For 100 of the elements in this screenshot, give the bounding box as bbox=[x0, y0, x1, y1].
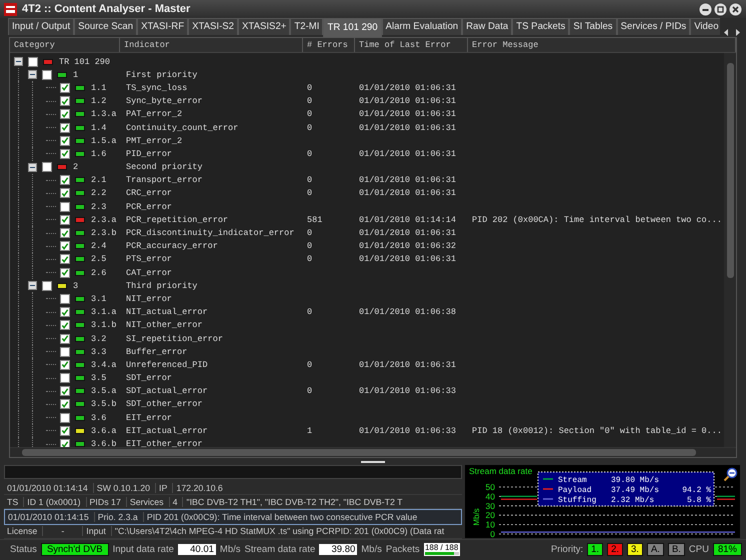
tab[interactable]: XTASI-RF bbox=[137, 18, 188, 35]
last-error-time: 01/01/2010 01:14:14 bbox=[359, 214, 456, 225]
collapse-toggle[interactable] bbox=[28, 70, 37, 80]
sync-status: Synch'd DVB bbox=[40, 543, 109, 556]
collapse-toggle[interactable] bbox=[14, 57, 23, 66]
tab[interactable]: Source Scan bbox=[74, 18, 138, 35]
category-code: 2.4 bbox=[91, 241, 106, 252]
error-count: 0 bbox=[307, 82, 312, 93]
legend-rate: 37.49 Mb/s bbox=[611, 486, 660, 495]
checkbox[interactable] bbox=[60, 439, 70, 447]
close-icon[interactable] bbox=[729, 2, 742, 16]
checkbox[interactable] bbox=[42, 70, 52, 80]
checkbox[interactable] bbox=[60, 268, 70, 278]
tab[interactable]: Raw Data bbox=[462, 18, 512, 35]
info-text: Services bbox=[126, 496, 170, 507]
collapse-toggle[interactable] bbox=[28, 281, 37, 290]
checkbox[interactable] bbox=[60, 214, 70, 225]
checkbox[interactable] bbox=[60, 96, 70, 106]
column-header[interactable]: Category bbox=[10, 38, 120, 52]
error-count: 581 bbox=[307, 214, 322, 225]
indicator-name: TS_sync_loss bbox=[126, 82, 188, 93]
checkbox[interactable] bbox=[42, 280, 52, 291]
indicator-name: SDT_other_error bbox=[126, 399, 203, 410]
error-count: 0 bbox=[307, 175, 312, 186]
category-code: 1.5.a bbox=[91, 136, 117, 146]
collapse-toggle[interactable] bbox=[28, 162, 37, 172]
tab[interactable]: Video bbox=[690, 18, 720, 35]
tab[interactable]: Input / Output bbox=[8, 18, 74, 35]
y-tick-label: 50 bbox=[486, 482, 495, 492]
checkbox[interactable] bbox=[60, 202, 70, 212]
column-header[interactable]: Time of Last Error bbox=[355, 38, 468, 52]
checkbox[interactable] bbox=[60, 426, 70, 436]
checkbox[interactable] bbox=[60, 82, 70, 93]
checkbox[interactable] bbox=[60, 188, 70, 198]
checkbox[interactable] bbox=[60, 307, 70, 318]
tab[interactable]: SI Tables bbox=[569, 18, 617, 35]
checkbox[interactable] bbox=[60, 228, 70, 238]
tab[interactable]: Services / PIDs bbox=[616, 18, 690, 35]
column-header[interactable]: Indicator bbox=[120, 38, 303, 52]
error-count: 0 bbox=[307, 228, 312, 238]
checkbox[interactable] bbox=[60, 346, 70, 357]
tab[interactable]: TS Packets bbox=[512, 18, 570, 35]
minimize-icon[interactable] bbox=[699, 2, 712, 16]
column-header[interactable]: # Errors bbox=[303, 38, 355, 52]
indicator-name: PID_error bbox=[126, 148, 172, 159]
checkbox[interactable] bbox=[60, 122, 70, 133]
message-field[interactable] bbox=[4, 465, 462, 479]
checkbox[interactable] bbox=[60, 254, 70, 264]
info-text: 172.20.10.6 bbox=[175, 482, 224, 493]
tab[interactable]: T2-MI bbox=[290, 18, 324, 35]
checkbox[interactable] bbox=[60, 241, 70, 252]
info-text: License bbox=[4, 526, 44, 536]
error-count: 1 bbox=[307, 426, 312, 436]
category-code: 2.5 bbox=[91, 254, 106, 264]
indicator-name: NIT_error bbox=[126, 294, 172, 304]
checkbox[interactable] bbox=[60, 386, 70, 396]
priority-badge: 3. bbox=[627, 543, 643, 556]
checkbox[interactable] bbox=[60, 109, 70, 120]
checkbox[interactable] bbox=[60, 136, 70, 146]
checkbox[interactable] bbox=[60, 412, 70, 423]
checkbox[interactable] bbox=[60, 175, 70, 186]
tab[interactable]: XTASIS2+ bbox=[238, 18, 290, 35]
category-code: TR 101 290 bbox=[59, 56, 110, 67]
tab[interactable]: XTASI-S2 bbox=[188, 18, 238, 35]
indicator-name: CAT_error bbox=[126, 268, 172, 278]
alarm-row[interactable]: 01/01/2010 01:14:15 Prio. 2.3.a PID 201 (0x00C9): Time interval between two consecutive PCR value bbox=[4, 509, 462, 525]
checkbox[interactable] bbox=[28, 56, 38, 67]
category-code: 2.3.b bbox=[91, 228, 117, 238]
splitter-handle[interactable] bbox=[361, 460, 385, 462]
category-code: 3.6.a bbox=[91, 426, 117, 436]
checkbox[interactable] bbox=[42, 162, 52, 172]
indicator-name: NIT_actual_error bbox=[126, 307, 208, 318]
vertical-scrollbar[interactable] bbox=[724, 53, 736, 447]
category-code: 3.5 bbox=[91, 373, 106, 384]
checkbox[interactable] bbox=[60, 334, 70, 344]
indicator-name: EIT_actual_error bbox=[126, 426, 208, 436]
checkbox[interactable] bbox=[60, 360, 70, 370]
scroll-right-icon[interactable] bbox=[733, 28, 742, 37]
checkbox[interactable] bbox=[60, 320, 70, 330]
category-code: 3.2 bbox=[91, 334, 106, 344]
indicator-name: Unreferenced_PID bbox=[126, 360, 208, 370]
tab[interactable]: TR 101 290 bbox=[323, 18, 382, 37]
zoom-icon[interactable] bbox=[724, 468, 738, 482]
column-header[interactable]: Error Message bbox=[468, 38, 736, 52]
indicator-name: Sync_byte_error bbox=[126, 96, 203, 106]
error-count: 0 bbox=[307, 360, 312, 370]
info-text: 01/01/2010 01:14:14 bbox=[4, 482, 94, 493]
info-text: - bbox=[43, 526, 84, 536]
checkbox[interactable] bbox=[60, 399, 70, 410]
checkbox[interactable] bbox=[60, 373, 70, 384]
maximize-icon[interactable] bbox=[714, 2, 727, 16]
category-code: 3.3 bbox=[91, 346, 106, 357]
category-code: 2.2 bbox=[91, 188, 106, 198]
tab[interactable]: Alarm Evaluation bbox=[382, 18, 462, 35]
checkbox[interactable] bbox=[60, 294, 70, 304]
checkbox[interactable] bbox=[60, 148, 70, 159]
stream-rate-value: 39.80 bbox=[319, 544, 358, 555]
alarm-text: 01/01/2010 01:14:15 bbox=[5, 512, 95, 522]
indicator-name: SDT_error bbox=[126, 373, 172, 384]
horizontal-scrollbar[interactable] bbox=[10, 447, 736, 457]
